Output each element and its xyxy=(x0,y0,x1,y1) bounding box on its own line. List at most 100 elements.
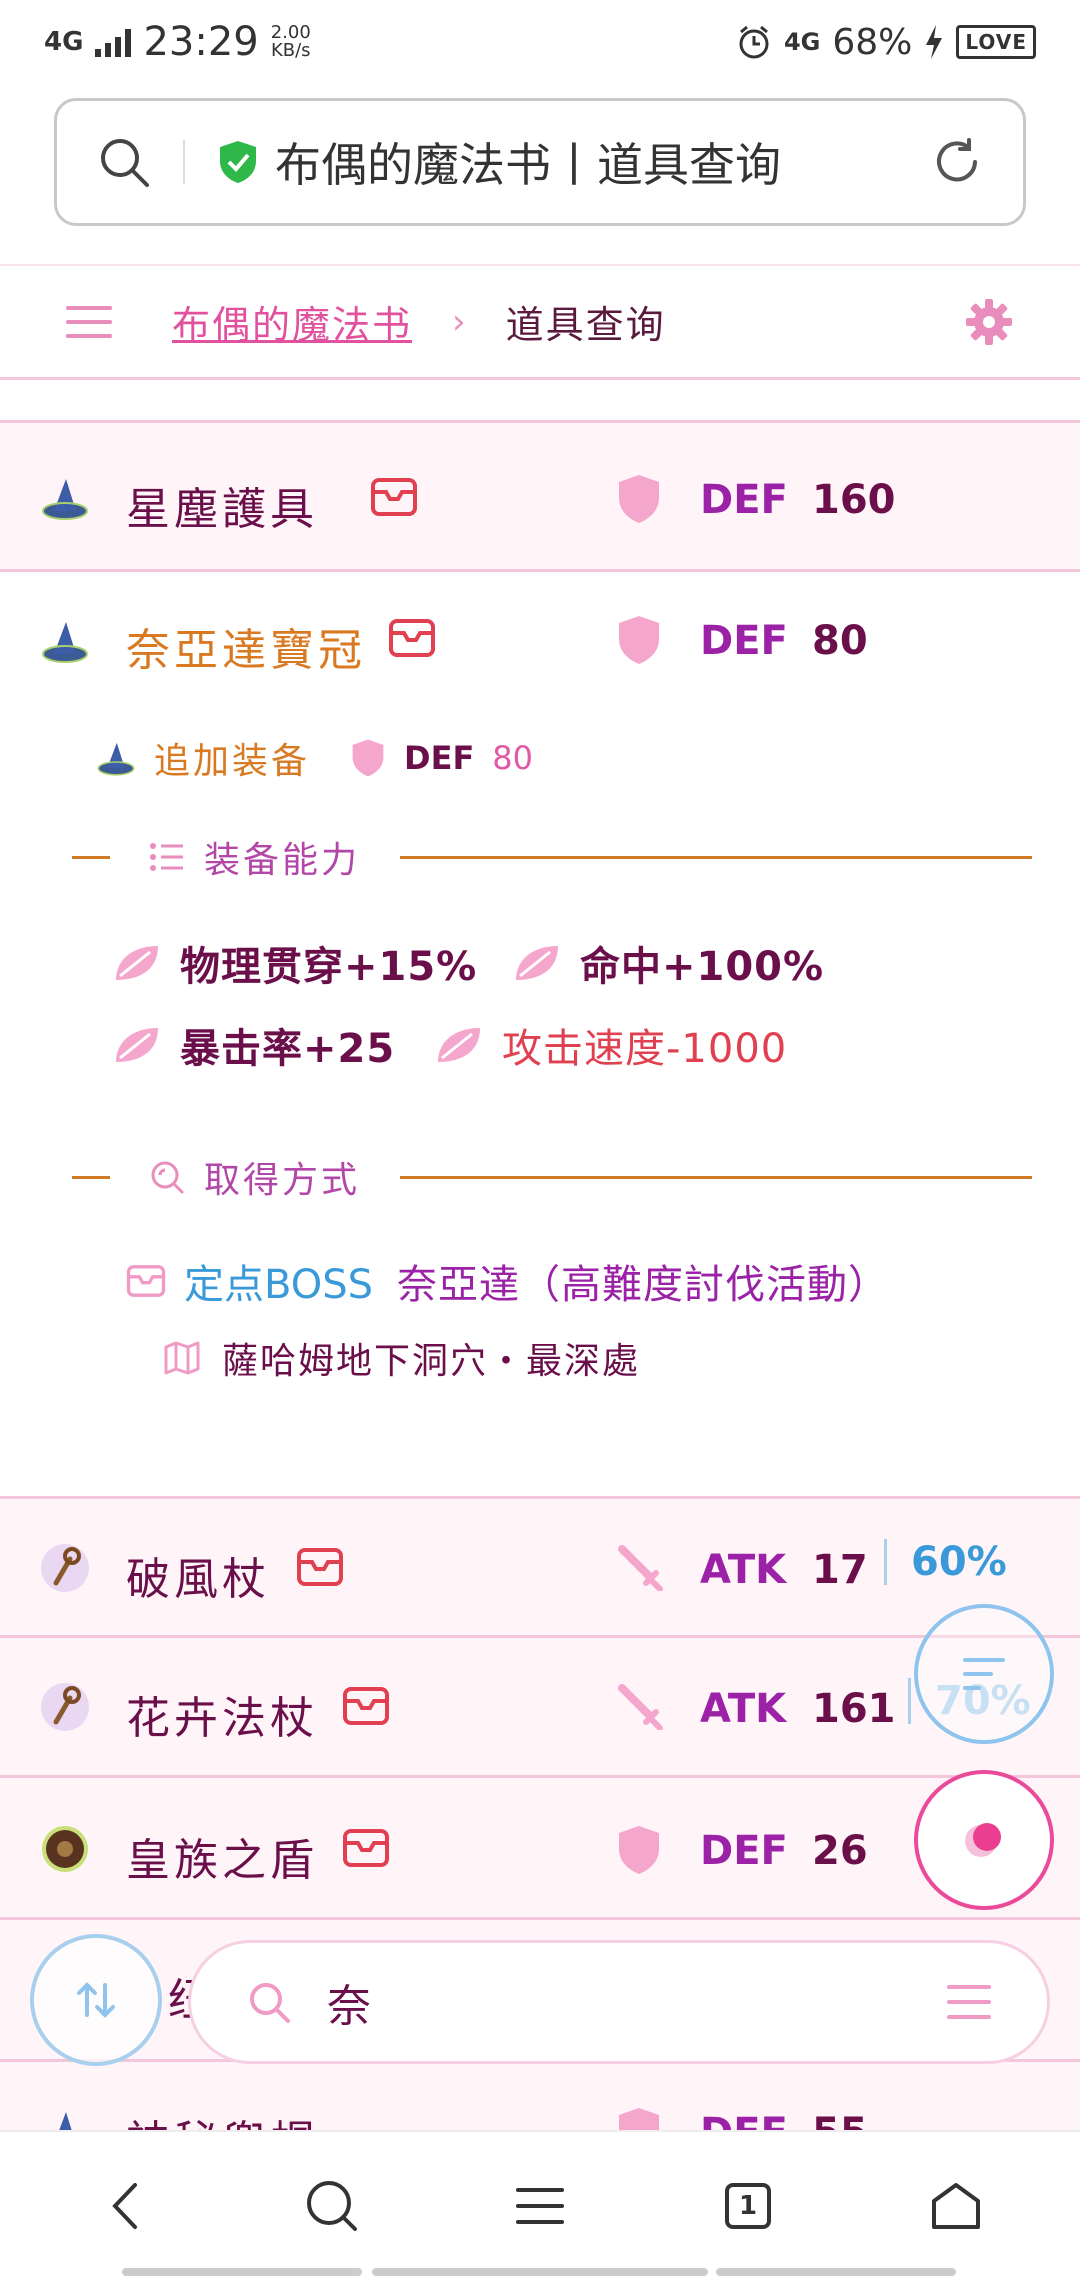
address-bar[interactable]: 布偶的魔法书丨道具查询 xyxy=(54,98,1026,226)
sub-equipment: 追加装备 DEF 80 xyxy=(96,730,533,786)
shield-icon xyxy=(619,616,659,664)
item-name[interactable]: 花卉法杖 xyxy=(126,1682,318,1746)
sword-icon xyxy=(618,1684,663,1730)
staff-icon xyxy=(41,1544,89,1592)
back-icon xyxy=(112,2183,137,2229)
leaf-icon xyxy=(116,1028,158,1062)
sub-stat-value: 80 xyxy=(492,739,534,777)
ability-item: 攻击速度-1000 xyxy=(434,1016,787,1074)
list-icon xyxy=(150,843,183,871)
box-icon xyxy=(126,1265,166,1297)
menu-nav-button[interactable] xyxy=(490,2156,590,2256)
speed-unit: KB/s xyxy=(270,40,311,61)
box-icon xyxy=(343,1829,389,1867)
item-name[interactable]: 皇族之盾 xyxy=(126,1824,318,1888)
network-type-right: 4G xyxy=(783,28,821,56)
search-nav-button[interactable] xyxy=(282,2156,382,2256)
leaf-icon xyxy=(438,1028,480,1062)
breadcrumb-separator: › xyxy=(452,301,466,342)
secure-shield-icon xyxy=(220,141,256,183)
search-icon xyxy=(250,1983,290,2023)
breadcrumb: 布偶的魔法书 › 道具查询 xyxy=(0,264,1080,380)
item-name[interactable]: 破風杖 xyxy=(126,1543,270,1607)
page-title[interactable]: 布偶的魔法书丨道具查询 xyxy=(275,129,781,195)
alarm-icon xyxy=(739,25,769,59)
box-icon xyxy=(371,478,417,516)
search-icon[interactable] xyxy=(97,135,151,189)
home-icon xyxy=(932,2183,980,2229)
leaf-icon xyxy=(116,946,158,980)
stat-value: 26 xyxy=(812,1828,868,1874)
box-icon xyxy=(343,1687,389,1725)
breadcrumb-current: 道具查询 xyxy=(505,303,666,347)
stat-value: 17 xyxy=(812,1547,868,1593)
item-row[interactable]: 星塵護具 DEF 160 xyxy=(0,420,1080,572)
search-bar[interactable]: 奈 xyxy=(188,1940,1050,2064)
gear-icon[interactable] xyxy=(964,297,1014,347)
sort-button[interactable] xyxy=(914,1604,1054,1744)
stat-label: ATK xyxy=(700,1547,787,1593)
shield-icon xyxy=(619,1826,659,1874)
item-name[interactable]: 奈亞達寶冠 xyxy=(126,614,366,678)
tabs-button[interactable]: 1 xyxy=(698,2156,798,2256)
acquire-method: 定点BOSS 奈亞達（高難度討伐活動） xyxy=(126,1252,889,1310)
stat-label: DEF xyxy=(700,1828,788,1874)
section-line xyxy=(400,1175,1032,1179)
acquire-section-header: 取得方式 xyxy=(72,1152,1032,1202)
ability-item: 命中+100% xyxy=(512,934,824,992)
shield-icon xyxy=(352,739,384,777)
network-type: 4G xyxy=(44,27,84,57)
record-button[interactable] xyxy=(914,1770,1054,1910)
menu-icon[interactable] xyxy=(66,304,112,340)
tab-count: 1 xyxy=(725,2183,771,2229)
stat-percent: 60% xyxy=(884,1539,1007,1585)
menu-icon xyxy=(516,2188,564,2224)
sub-equipment-label: 追加装备 xyxy=(154,741,311,782)
network-speed: 2.00 KB/s xyxy=(271,24,311,60)
ability-text: 命中+100% xyxy=(580,944,825,990)
breadcrumb-home-link[interactable]: 布偶的魔法书 xyxy=(172,294,412,349)
back-button[interactable] xyxy=(74,2156,174,2256)
swap-button[interactable] xyxy=(30,1934,162,2066)
abilities-title: 装备能力 xyxy=(204,840,361,881)
reload-icon[interactable] xyxy=(931,136,983,188)
sub-stat-label: DEF xyxy=(404,739,475,777)
ability-item: 暴击率+25 xyxy=(112,1016,395,1074)
ability-text: 物理贯穿+15% xyxy=(180,944,478,990)
charging-icon xyxy=(926,25,943,59)
ability-item: 物理贯穿+15% xyxy=(112,934,477,992)
address-divider xyxy=(183,140,185,184)
section-dash xyxy=(72,855,110,859)
stat-label: DEF xyxy=(700,618,788,664)
sword-icon xyxy=(618,1545,663,1591)
status-bar: 4G 23:29 2.00 KB/s 4G 68% LOVE xyxy=(0,0,1080,84)
clock: 23:29 xyxy=(143,19,259,65)
gesture-bar xyxy=(122,2268,362,2276)
acquire-location: 薩哈姆地下洞穴・最深處 xyxy=(164,1332,640,1384)
leaf-icon xyxy=(516,946,558,980)
item-row-expanded[interactable]: 奈亞達寶冠 DEF 80 xyxy=(0,572,1080,712)
staff-icon xyxy=(41,1683,89,1731)
swap-icon xyxy=(77,1982,115,2018)
gesture-bar xyxy=(372,2268,708,2276)
sort-icon xyxy=(963,1658,1005,1690)
home-button[interactable] xyxy=(906,2156,1006,2256)
acquire-source[interactable]: 奈亞達（高難度討伐活動） xyxy=(397,1252,889,1310)
search-icon xyxy=(151,1161,184,1194)
hat-icon xyxy=(42,622,88,663)
map-icon xyxy=(164,1341,200,1375)
menu-icon[interactable] xyxy=(947,1983,991,2021)
hat-icon xyxy=(97,742,135,776)
record-icon xyxy=(965,1823,1001,1857)
item-name[interactable]: 星塵護具 xyxy=(126,473,318,537)
section-line xyxy=(400,855,1032,859)
search-icon xyxy=(307,2181,357,2231)
stat-label: ATK xyxy=(700,1686,787,1732)
gesture-bar xyxy=(716,2268,956,2276)
location-text: 薩哈姆地下洞穴・最深處 xyxy=(222,1341,641,1382)
box-icon xyxy=(297,1548,343,1586)
item-row[interactable]: 破風杖 ATK 17 60% xyxy=(0,1496,1080,1638)
search-input[interactable]: 奈 xyxy=(327,1970,371,2034)
battery-percent: 68% xyxy=(832,21,913,63)
stat-value: 160 xyxy=(812,477,896,523)
